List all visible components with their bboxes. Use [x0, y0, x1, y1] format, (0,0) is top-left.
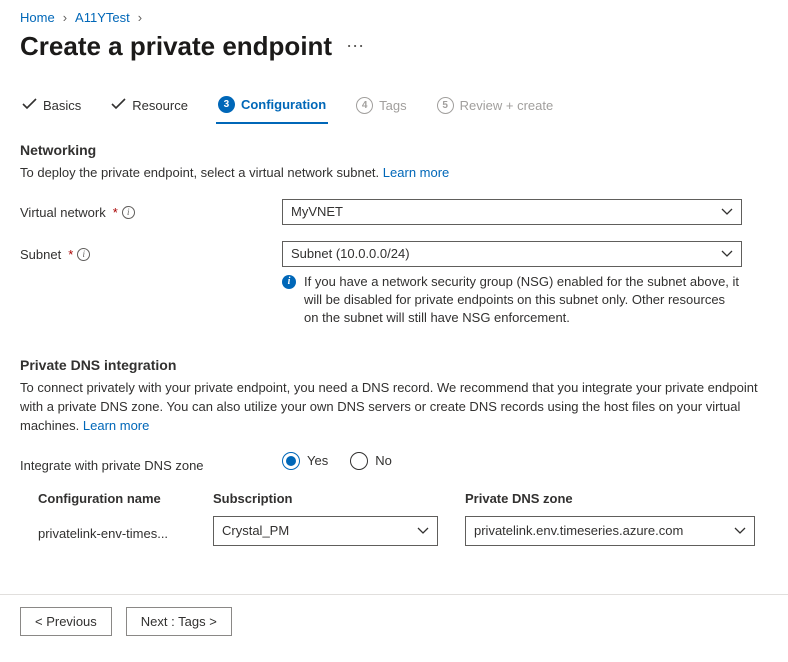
- chevron-down-icon: [721, 246, 733, 261]
- step-basics[interactable]: Basics: [20, 92, 83, 122]
- previous-button[interactable]: < Previous: [20, 607, 112, 636]
- nsg-note: i If you have a network security group (…: [282, 273, 742, 328]
- breadcrumb-home[interactable]: Home: [20, 10, 55, 25]
- dns-learn-more-link[interactable]: Learn more: [83, 418, 149, 433]
- wizard-steps: Basics Resource 3 Configuration 4 Tags 5…: [20, 90, 768, 124]
- subnet-label: Subnet* i: [20, 241, 282, 262]
- chevron-down-icon: [721, 204, 733, 219]
- step-number-badge: 5: [437, 97, 454, 114]
- config-name-value: privatelink-env-times...: [38, 520, 213, 541]
- step-resource[interactable]: Resource: [109, 92, 190, 122]
- check-icon: [111, 98, 126, 113]
- breadcrumb: Home › A11YTest ›: [20, 8, 768, 25]
- col-private-dns-zone: Private DNS zone: [465, 491, 768, 506]
- dns-heading: Private DNS integration: [20, 357, 768, 373]
- vnet-label: Virtual network* i: [20, 199, 282, 220]
- networking-heading: Networking: [20, 142, 768, 158]
- chevron-right-icon: ›: [138, 10, 142, 25]
- page-title: Create a private endpoint: [20, 31, 332, 62]
- step-review: 5 Review + create: [435, 91, 556, 123]
- dns-config-row: privatelink-env-times... Crystal_PM priv…: [38, 516, 768, 546]
- dns-zone-select[interactable]: privatelink.env.timeseries.azure.com: [465, 516, 755, 546]
- dns-config-table: Configuration name Subscription Private …: [20, 491, 768, 546]
- chevron-right-icon: ›: [63, 10, 67, 25]
- info-icon[interactable]: i: [77, 248, 90, 261]
- chevron-down-icon: [734, 523, 746, 538]
- breadcrumb-project[interactable]: A11YTest: [75, 10, 130, 25]
- vnet-select[interactable]: MyVNET: [282, 199, 742, 225]
- more-actions-button[interactable]: ⋯: [346, 36, 365, 57]
- step-number-badge: 4: [356, 97, 373, 114]
- networking-learn-more-link[interactable]: Learn more: [383, 165, 449, 180]
- integrate-label: Integrate with private DNS zone: [20, 452, 282, 473]
- step-tags: 4 Tags: [354, 91, 408, 123]
- step-number-badge: 3: [218, 96, 235, 113]
- subscription-select[interactable]: Crystal_PM: [213, 516, 438, 546]
- chevron-down-icon: [417, 523, 429, 538]
- integrate-no-radio[interactable]: No: [350, 452, 392, 470]
- col-config-name: Configuration name: [38, 491, 213, 506]
- check-icon: [22, 98, 37, 113]
- info-icon: i: [282, 275, 296, 289]
- step-configuration[interactable]: 3 Configuration: [216, 90, 328, 124]
- networking-desc: To deploy the private endpoint, select a…: [20, 164, 768, 183]
- dns-desc: To connect privately with your private e…: [20, 379, 768, 436]
- next-button[interactable]: Next : Tags >: [126, 607, 232, 636]
- integrate-yes-radio[interactable]: Yes: [282, 452, 328, 470]
- info-icon[interactable]: i: [122, 206, 135, 219]
- subnet-select[interactable]: Subnet (10.0.0.0/24): [282, 241, 742, 267]
- col-subscription: Subscription: [213, 491, 453, 506]
